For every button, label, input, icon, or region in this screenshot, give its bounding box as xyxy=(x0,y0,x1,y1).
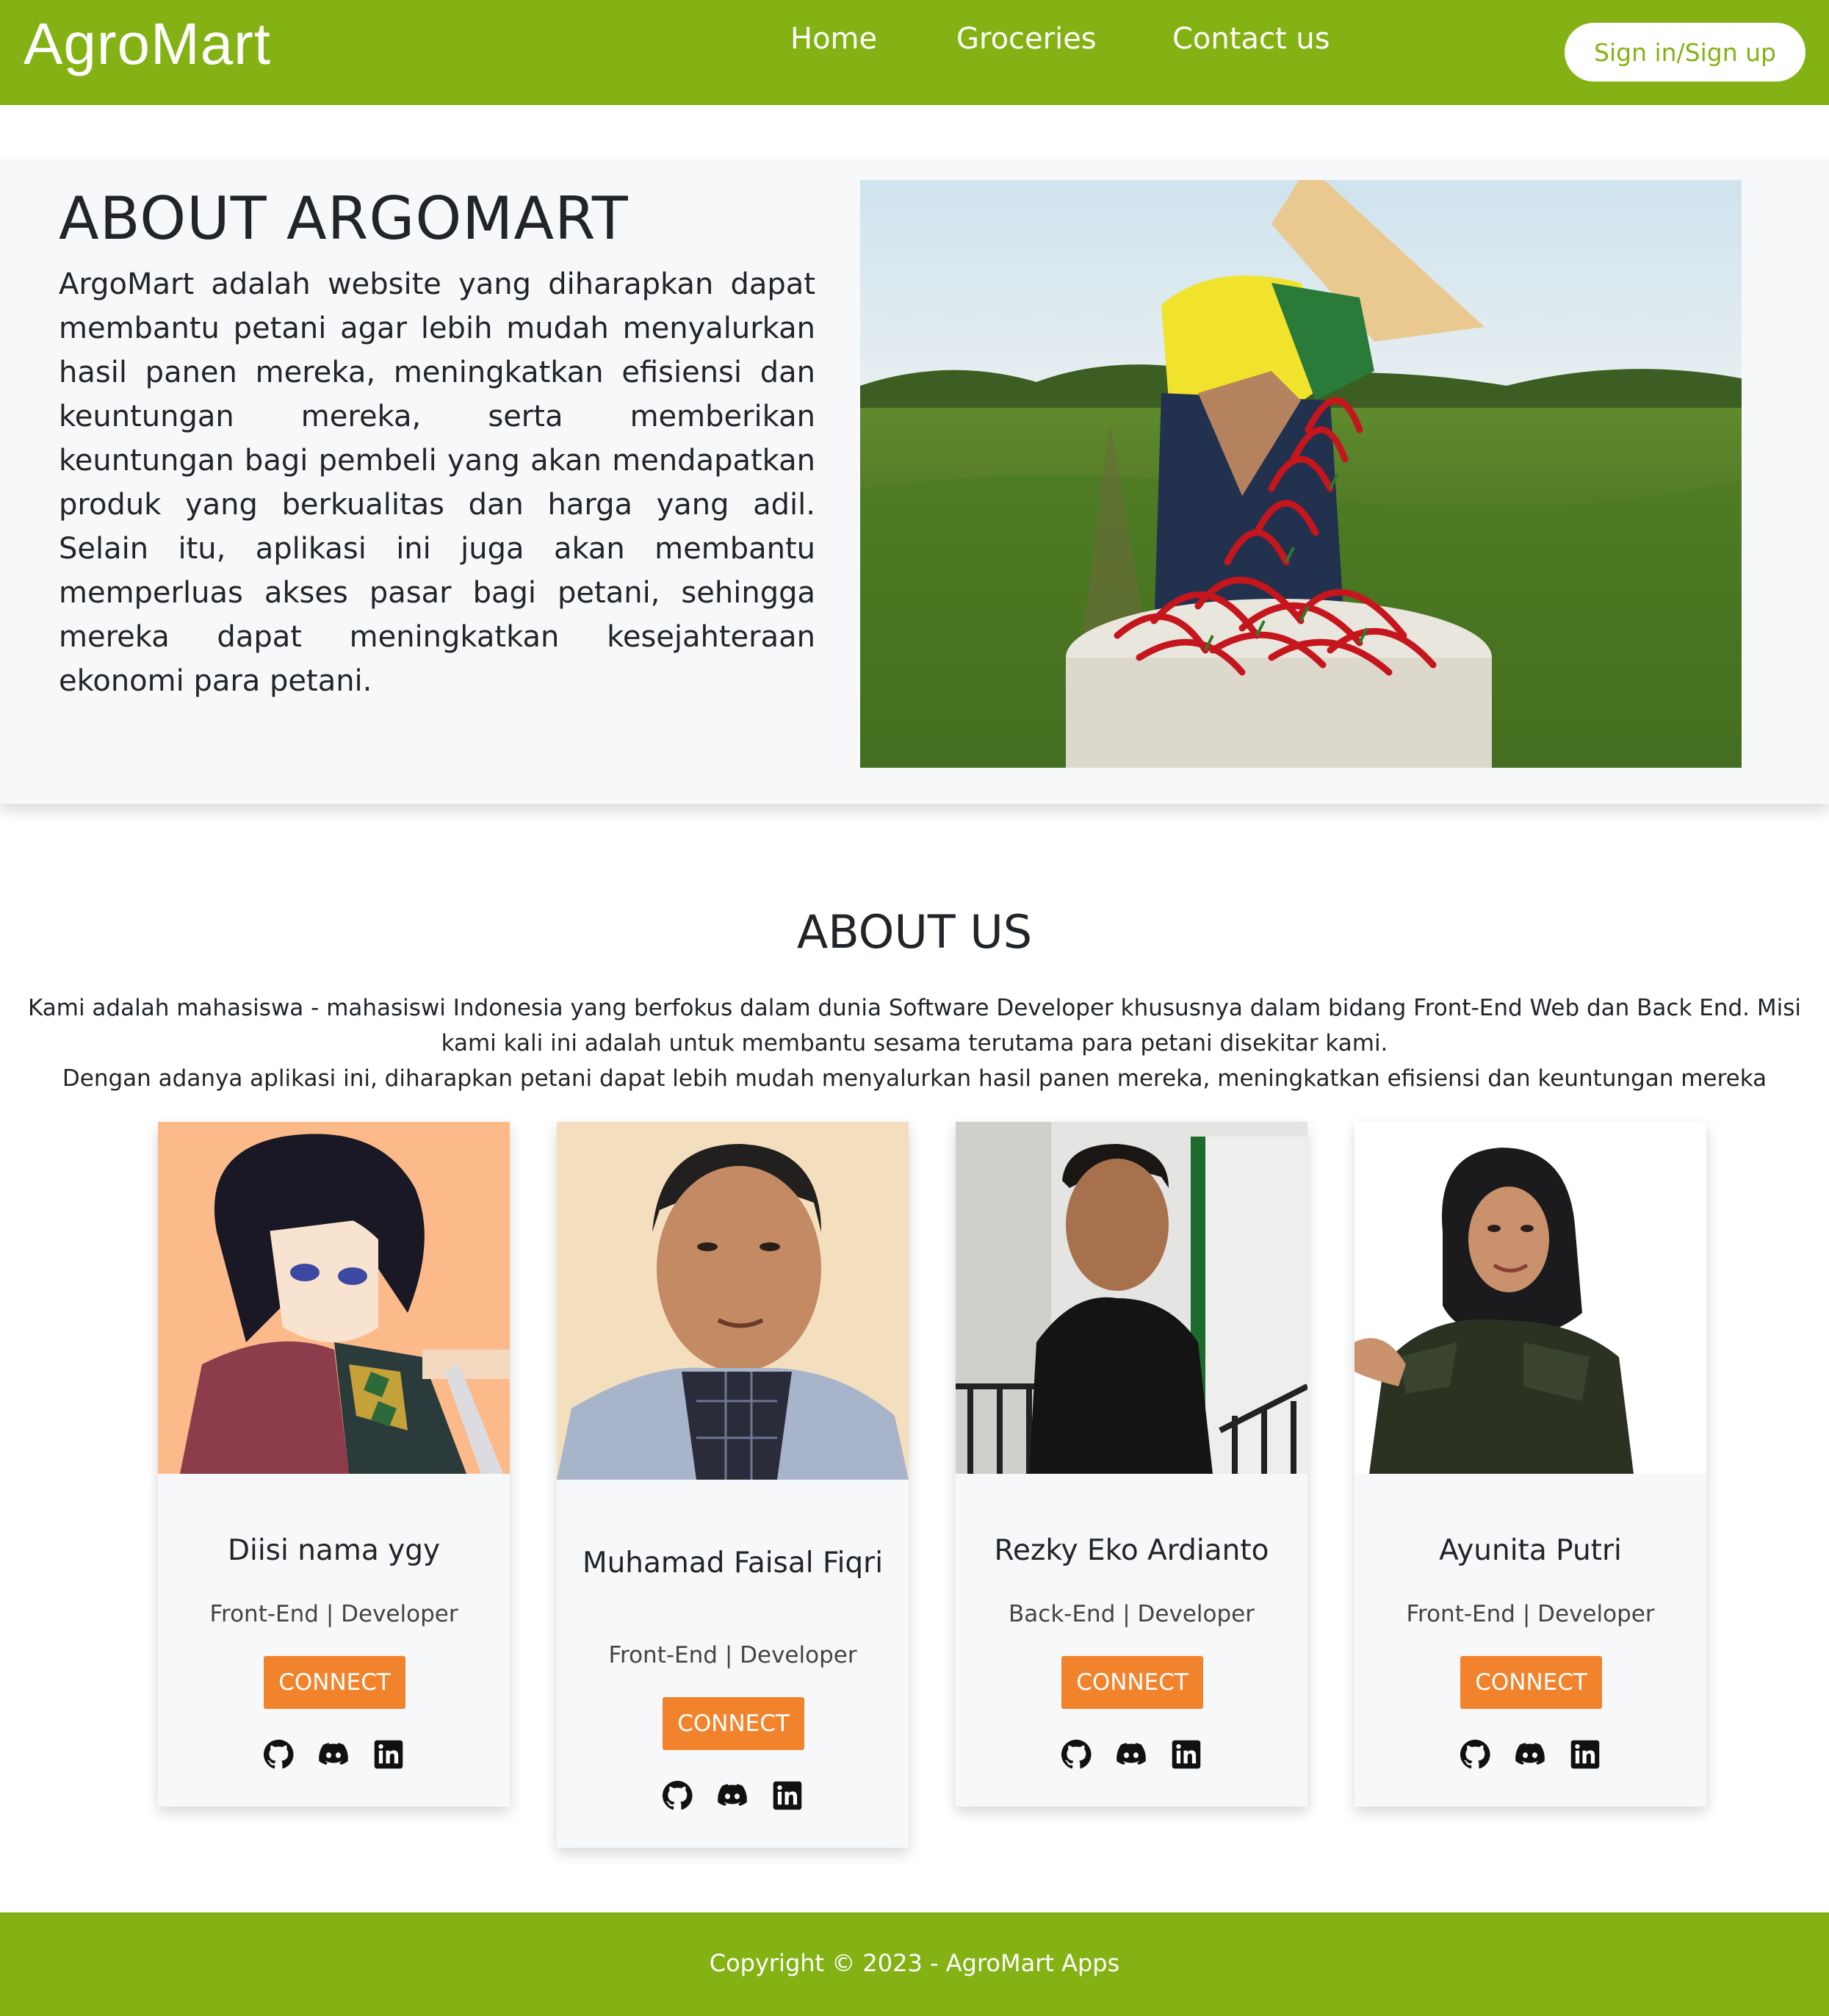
discord-icon[interactable] xyxy=(318,1739,349,1770)
role-area: Front-End xyxy=(1406,1601,1515,1627)
member-photo xyxy=(557,1122,909,1480)
role-separator: | xyxy=(325,1601,334,1627)
member-name: Ayunita Putri xyxy=(1439,1534,1622,1567)
github-icon[interactable] xyxy=(662,1780,693,1811)
team-card: Muhamad Faisal Fiqri Front-End | Develop… xyxy=(557,1122,909,1848)
connect-button[interactable]: CONNECT xyxy=(1460,1656,1602,1709)
about-title: ABOUT ARGOMART xyxy=(59,184,629,253)
woman-portrait-illustration xyxy=(1354,1122,1706,1474)
discord-icon[interactable] xyxy=(717,1780,748,1811)
member-role: Front-End | Developer xyxy=(557,1642,909,1668)
role-area: Front-End xyxy=(209,1601,319,1627)
member-photo xyxy=(158,1122,510,1474)
role-title: Developer xyxy=(341,1601,458,1627)
social-links xyxy=(1354,1739,1706,1771)
role-title: Developer xyxy=(1137,1601,1255,1627)
about-argomart-section: ABOUT ARGOMART ArgoMart adalah website y… xyxy=(0,159,1829,804)
social-links xyxy=(956,1739,1307,1771)
about-description: ArgoMart adalah website yang diharapkan … xyxy=(59,267,815,698)
farmer-chili-image xyxy=(860,180,1742,768)
role-separator: | xyxy=(1122,1601,1130,1627)
team-card: Rezky Eko Ardianto Back-End | Developer … xyxy=(956,1122,1307,1807)
member-name: Rezky Eko Ardianto xyxy=(994,1534,1269,1567)
copyright-text: Copyright © 2023 - AgroMart Apps xyxy=(709,1949,1120,1977)
member-role: Front-End | Developer xyxy=(158,1601,510,1627)
connect-button[interactable]: CONNECT xyxy=(1061,1656,1203,1709)
member-role: Front-End | Developer xyxy=(1354,1601,1706,1627)
connect-button[interactable]: CONNECT xyxy=(264,1656,405,1709)
github-icon[interactable] xyxy=(263,1739,294,1770)
github-icon[interactable] xyxy=(1460,1739,1490,1770)
about-us-line-2: Dengan adanya aplikasi ini, diharapkan p… xyxy=(62,1065,1767,1092)
connect-button[interactable]: CONNECT xyxy=(663,1697,804,1750)
team-card: Diisi nama ygy Front-End | Developer CON… xyxy=(158,1122,510,1807)
footer: Copyright © 2023 - AgroMart Apps xyxy=(0,1912,1829,2016)
discord-icon[interactable] xyxy=(1116,1739,1147,1770)
linkedin-icon[interactable] xyxy=(373,1739,404,1770)
nav-link-home[interactable]: Home xyxy=(790,22,877,56)
linkedin-icon[interactable] xyxy=(772,1780,803,1811)
nav-link-contact[interactable]: Contact us xyxy=(1172,22,1330,56)
about-us-description: Kami adalah mahasiswa - mahasiswi Indone… xyxy=(15,990,1814,1096)
linkedin-icon[interactable] xyxy=(1570,1739,1601,1770)
anime-portrait-illustration xyxy=(158,1122,510,1474)
team-card: Ayunita Putri Front-End | Developer CONN… xyxy=(1354,1122,1706,1807)
about-us-line-1: Kami adalah mahasiswa - mahasiswi Indone… xyxy=(27,995,1802,1056)
sign-in-button[interactable]: Sign in/Sign up xyxy=(1565,23,1805,82)
member-photo xyxy=(956,1122,1307,1474)
member-role: Back-End | Developer xyxy=(956,1601,1307,1627)
man-portrait-illustration xyxy=(557,1122,909,1480)
social-links xyxy=(557,1780,909,1812)
farmer-photo-illustration xyxy=(860,180,1742,768)
role-separator: | xyxy=(1522,1601,1531,1627)
man-portrait-illustration xyxy=(956,1122,1307,1474)
member-name: Muhamad Faisal Fiqri xyxy=(582,1547,884,1580)
role-separator: | xyxy=(724,1642,733,1668)
github-icon[interactable] xyxy=(1061,1739,1092,1770)
social-links xyxy=(158,1739,510,1771)
brand-logo[interactable]: AgroMart xyxy=(24,10,271,78)
nav-link-groceries[interactable]: Groceries xyxy=(956,22,1097,56)
role-title: Developer xyxy=(1537,1601,1655,1627)
navbar: AgroMart Home Groceries Contact us Sign … xyxy=(0,0,1829,105)
discord-icon[interactable] xyxy=(1515,1739,1545,1770)
role-title: Developer xyxy=(740,1642,857,1668)
about-us-title: ABOUT US xyxy=(796,905,1033,959)
linkedin-icon[interactable] xyxy=(1171,1739,1202,1770)
member-name: Diisi nama ygy xyxy=(227,1534,441,1567)
member-photo xyxy=(1354,1122,1706,1474)
role-area: Back-End xyxy=(1009,1601,1116,1627)
role-area: Front-End xyxy=(608,1642,718,1668)
